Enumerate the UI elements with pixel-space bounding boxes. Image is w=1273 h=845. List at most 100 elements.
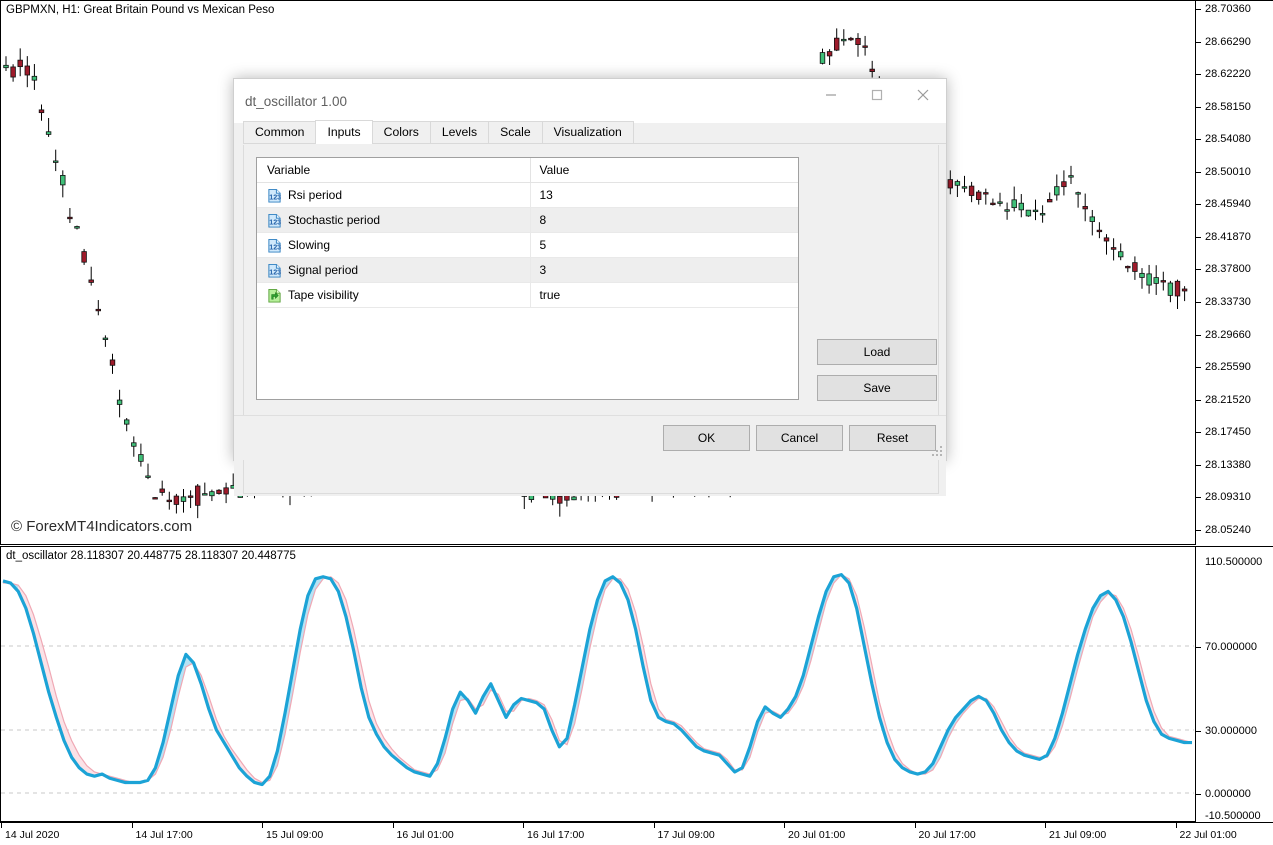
candlestick [962, 176, 967, 192]
candlestick [46, 118, 51, 137]
candlestick [181, 489, 186, 513]
indicator-properties-dialog[interactable]: dt_oscillator 1.00 CommonInputsColorsLev… [233, 78, 947, 461]
dialog-titlebar[interactable]: dt_oscillator 1.00 [234, 79, 946, 123]
candlestick [955, 180, 960, 197]
cancel-button[interactable]: Cancel [756, 425, 843, 451]
candlestick [1090, 210, 1095, 235]
candlestick [217, 489, 222, 495]
candlestick [32, 64, 37, 90]
param-value-cell[interactable]: true [530, 283, 798, 308]
indicator-tick [1196, 731, 1201, 732]
candlestick [948, 170, 953, 194]
price-tick [1196, 400, 1201, 401]
price-axis-label: 28.70360 [1205, 3, 1251, 15]
candlestick [842, 29, 847, 45]
save-button[interactable]: Save [817, 375, 937, 401]
table-row[interactable]: 123Rsi period13 [257, 183, 798, 208]
candlestick [1069, 166, 1074, 184]
price-axis-label: 28.21520 [1205, 394, 1251, 406]
price-tick [1196, 172, 1201, 173]
resize-grip-icon[interactable] [932, 446, 943, 457]
table-row[interactable]: 123Slowing5 [257, 233, 798, 258]
price-axis-label: 28.54080 [1205, 133, 1251, 145]
candlestick [1147, 265, 1152, 294]
inputs-table: Variable Value 123Rsi period13123Stochas… [257, 158, 798, 308]
time-axis-label: 17 Jul 09:00 [658, 829, 715, 841]
indicator-axis-label: 30.000000 [1205, 725, 1257, 737]
inputs-table-container[interactable]: Variable Value 123Rsi period13123Stochas… [256, 157, 799, 400]
candlestick [1161, 272, 1166, 291]
time-axis-label: 16 Jul 17:00 [527, 829, 584, 841]
time-axis-label: 15 Jul 09:00 [266, 829, 323, 841]
oscillator-ribbon-fill [620, 579, 734, 772]
table-row[interactable]: 123Stochastic period8 [257, 208, 798, 233]
candlestick [856, 33, 861, 57]
candlestick [11, 64, 16, 81]
boolean-icon [267, 288, 282, 303]
param-value-cell[interactable]: 3 [530, 258, 798, 283]
param-name-wrap: 123Rsi period [267, 188, 530, 203]
candlestick [1168, 281, 1173, 302]
indicator-scale[interactable]: 110.50000070.00000030.0000000.000000-10.… [1195, 546, 1273, 822]
time-axis-label: 16 Jul 01:00 [397, 829, 454, 841]
indicator-tick [1196, 647, 1201, 648]
candlestick [1133, 256, 1138, 280]
minimize-icon[interactable] [808, 79, 854, 110]
tab-levels[interactable]: Levels [430, 121, 489, 143]
load-button[interactable]: Load [817, 339, 937, 365]
param-variable-label: Tape visibility [288, 288, 359, 302]
candlestick [75, 226, 80, 230]
param-value-cell[interactable]: 5 [530, 233, 798, 258]
tab-colors[interactable]: Colors [372, 121, 431, 143]
oscillator-ribbon-fill [437, 692, 460, 770]
param-value-cell[interactable]: 8 [530, 208, 798, 233]
candlestick [146, 464, 151, 479]
dialog-tabs[interactable]: CommonInputsColorsLevelsScaleVisualizati… [243, 122, 946, 144]
number-icon: 123 [267, 213, 282, 228]
candlestick [4, 56, 9, 71]
candlestick [1033, 200, 1038, 220]
param-variable-cell: 123Slowing [257, 233, 530, 258]
param-variable-label: Slowing [288, 238, 330, 252]
ok-button[interactable]: OK [663, 425, 750, 451]
indicator-axis-label: 110.500000 [1205, 556, 1262, 568]
table-row[interactable]: 123 Signal period 3 [257, 258, 798, 283]
tab-common[interactable]: Common [243, 121, 316, 143]
candlestick [998, 193, 1003, 207]
candlestick [827, 49, 832, 65]
price-scale[interactable]: 28.7036028.6629028.6222028.5815028.54080… [1195, 0, 1273, 545]
candlestick [976, 190, 981, 205]
candlestick [1104, 234, 1109, 254]
time-tick [915, 823, 916, 828]
time-scale[interactable]: 14 Jul 202014 Jul 17:0015 Jul 09:0016 Ju… [0, 822, 1273, 845]
tab-visualization[interactable]: Visualization [542, 121, 634, 143]
price-tick [1196, 367, 1201, 368]
oscillator-ribbon-fill [331, 577, 430, 776]
param-value-cell[interactable]: 13 [530, 183, 798, 208]
indicator-tick [1196, 794, 1201, 795]
time-tick [1045, 823, 1046, 828]
tab-inputs[interactable]: Inputs [315, 120, 372, 144]
price-axis-label: 28.33730 [1205, 296, 1251, 308]
watermark-label: © ForexMT4Indicators.com [11, 518, 192, 535]
candlestick [969, 182, 974, 202]
candlestick [117, 390, 122, 418]
candlestick [174, 494, 179, 514]
time-axis-label: 14 Jul 17:00 [136, 829, 193, 841]
param-variable-label: Signal period [288, 263, 358, 277]
close-icon[interactable] [900, 79, 946, 110]
reset-button[interactable]: Reset [849, 425, 936, 451]
table-row[interactable]: Tape visibility true [257, 283, 798, 308]
candlestick [1062, 170, 1067, 195]
maximize-icon[interactable] [854, 79, 900, 110]
candlestick [68, 208, 73, 223]
time-tick [1, 823, 2, 828]
tab-scale[interactable]: Scale [488, 121, 543, 143]
price-tick [1196, 302, 1201, 303]
svg-text:123: 123 [269, 268, 281, 276]
candlestick [167, 492, 172, 510]
chart-symbol-label: GBPMXN, H1: Great Britain Pound vs Mexic… [6, 4, 274, 16]
price-tick [1196, 497, 1201, 498]
candlestick [160, 481, 165, 496]
indicator-pane[interactable]: dt_oscillator 28.118307 20.448775 28.118… [0, 546, 1195, 822]
